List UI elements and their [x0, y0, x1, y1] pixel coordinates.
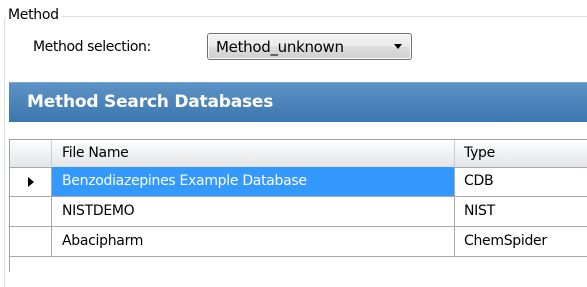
row-header[interactable] [10, 167, 52, 196]
row-header-corner [10, 140, 52, 167]
method-search-databases-header: Method Search Databases [9, 82, 587, 122]
type-cell[interactable]: ChemSpider [455, 227, 587, 256]
file-name-cell[interactable]: Benzodiazepines Example Database [52, 167, 455, 196]
grid-header-row: File Name Type [10, 140, 587, 168]
row-header[interactable] [10, 227, 52, 256]
file-name-cell[interactable]: Abacipharm [52, 227, 455, 256]
method-selection-label: Method selection: [33, 39, 151, 55]
panel-title: Method Search Databases [27, 92, 274, 112]
row-header[interactable] [10, 197, 52, 226]
row-pointer-icon [28, 177, 34, 187]
table-row[interactable]: Benzodiazepines Example Database CDB [10, 167, 587, 197]
type-cell[interactable]: NIST [455, 197, 587, 226]
file-name-cell[interactable]: NISTDEMO [52, 197, 455, 226]
column-header-type[interactable]: Type [455, 140, 587, 167]
column-header-file-name[interactable]: File Name [52, 140, 455, 167]
method-selection-dropdown[interactable]: Method_unknown [207, 33, 412, 60]
chevron-down-icon [394, 44, 402, 49]
table-row[interactable]: NISTDEMO NIST [10, 197, 587, 227]
table-row[interactable]: Abacipharm ChemSpider [10, 227, 587, 257]
databases-grid: File Name Type Benzodiazepines Example D… [9, 139, 587, 272]
method-group-title: Method [6, 6, 62, 25]
type-cell[interactable]: CDB [455, 167, 587, 196]
method-selection-value: Method_unknown [216, 38, 344, 56]
